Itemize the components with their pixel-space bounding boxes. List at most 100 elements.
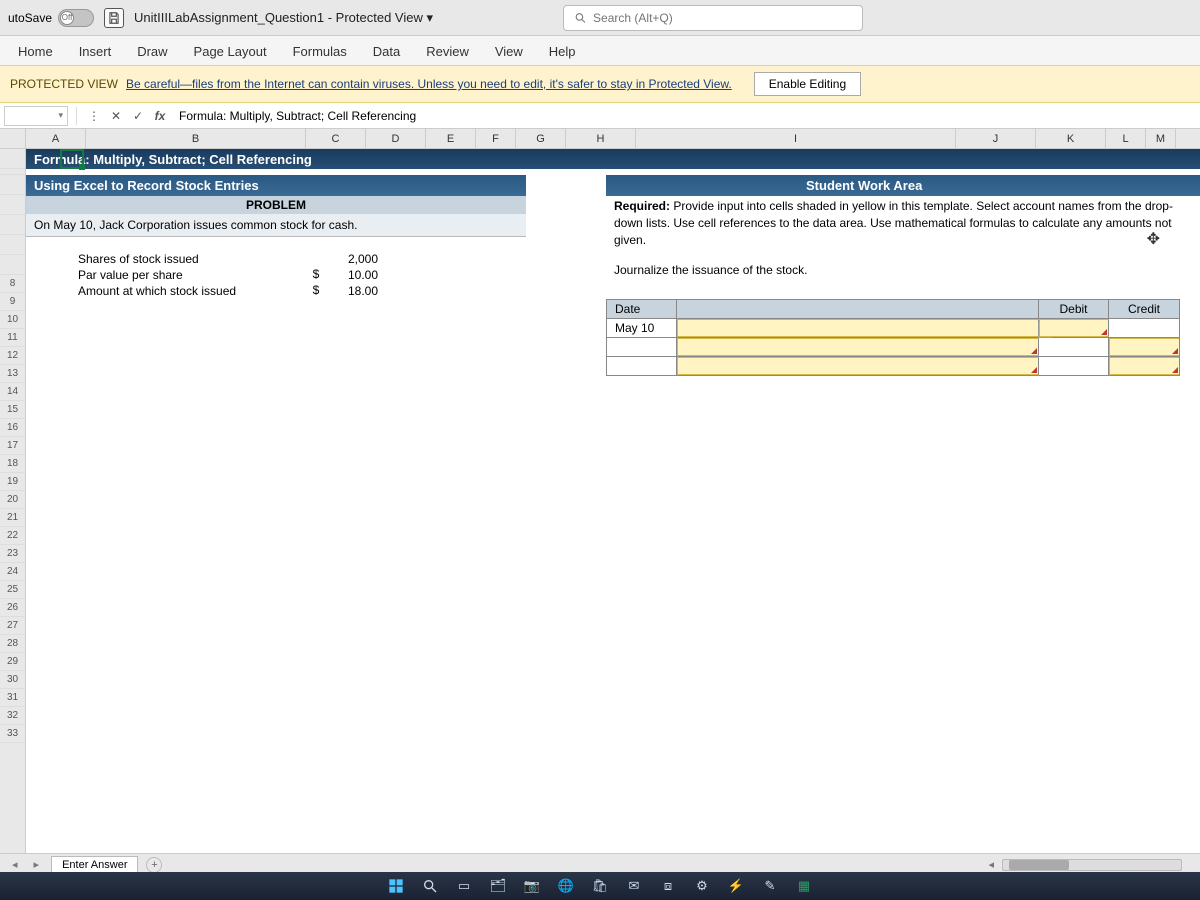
row-header-33[interactable]: 33 [0, 725, 25, 743]
select-all-corner[interactable] [0, 129, 26, 149]
power-icon[interactable]: ⚡ [726, 876, 746, 896]
row-header-11[interactable]: 11 [0, 329, 25, 347]
sheet-nav-prev[interactable]: ◂ [8, 858, 22, 871]
mail-icon[interactable]: ✉ [624, 876, 644, 896]
row-header-17[interactable]: 17 [0, 437, 25, 455]
hscroll-track[interactable] [1002, 859, 1182, 871]
sheet-body[interactable]: Formula: Multiply, Subtract; Cell Refere… [26, 149, 1200, 853]
dropbox-icon[interactable]: ⧈ [658, 876, 678, 896]
column-header-H[interactable]: H [566, 129, 636, 149]
row-header-21[interactable]: 21 [0, 509, 25, 527]
column-header-F[interactable]: F [476, 129, 516, 149]
row-header-15[interactable]: 15 [0, 401, 25, 419]
store-icon[interactable]: 🛍 [590, 876, 610, 896]
column-header-D[interactable]: D [366, 129, 426, 149]
row-header-13[interactable]: 13 [0, 365, 25, 383]
formula-input[interactable] [173, 109, 1196, 123]
column-header-M[interactable]: M [1146, 129, 1176, 149]
tab-data[interactable]: Data [369, 38, 404, 65]
tab-view[interactable]: View [491, 38, 527, 65]
save-button[interactable] [104, 8, 124, 28]
credit-cell-1[interactable] [1109, 319, 1179, 337]
row-header-25[interactable]: 25 [0, 581, 25, 599]
name-box[interactable]: ▾ [4, 106, 68, 126]
row-header-9[interactable]: 9 [0, 293, 25, 311]
hscroll-left[interactable]: ◂ [984, 858, 998, 871]
column-header-C[interactable]: C [306, 129, 366, 149]
search-input[interactable] [593, 11, 852, 25]
formula-menu-icon[interactable]: ⋮ [85, 107, 103, 125]
search-box[interactable] [563, 5, 863, 31]
row-header-30[interactable]: 30 [0, 671, 25, 689]
task-view-icon[interactable]: ▭ [454, 876, 474, 896]
tab-insert[interactable]: Insert [75, 38, 116, 65]
credit-input-2[interactable] [1109, 338, 1179, 356]
fx-button[interactable]: fx [151, 107, 169, 125]
account-dropdown-1[interactable] [677, 319, 1039, 337]
journal-date-3[interactable] [607, 357, 677, 375]
debit-input-1[interactable] [1039, 319, 1109, 337]
data-value-shares[interactable]: 2,000 [326, 251, 386, 267]
enable-editing-button[interactable]: Enable Editing [754, 72, 861, 96]
file-explorer-icon[interactable]: 🗂 [488, 876, 508, 896]
edge-icon[interactable]: 🌐 [556, 876, 576, 896]
row-header-10[interactable]: 10 [0, 311, 25, 329]
spreadsheet-grid[interactable]: 8910111213141516171819202122232425262728… [0, 149, 1200, 853]
row-header-31[interactable]: 31 [0, 689, 25, 707]
column-header-I[interactable]: I [636, 129, 956, 149]
row-header-blank[interactable] [0, 149, 25, 169]
row-header-16[interactable]: 16 [0, 419, 25, 437]
row-header-14[interactable]: 14 [0, 383, 25, 401]
row-header-blank[interactable] [0, 255, 25, 275]
cancel-formula-button[interactable]: ✕ [107, 107, 125, 125]
document-title[interactable]: UnitIIILabAssignment_Question1 - Protect… [134, 10, 433, 26]
column-header-J[interactable]: J [956, 129, 1036, 149]
row-header-23[interactable]: 23 [0, 545, 25, 563]
account-dropdown-2[interactable] [677, 338, 1039, 356]
row-header-blank[interactable] [0, 175, 25, 195]
row-header-8[interactable]: 8 [0, 275, 25, 293]
journal-date[interactable]: May 10 [607, 319, 677, 337]
protected-view-message[interactable]: Be careful—files from the Internet can c… [126, 77, 732, 91]
row-header-26[interactable]: 26 [0, 599, 25, 617]
column-header-A[interactable]: A [26, 129, 86, 149]
sheet-nav-next[interactable]: ▸ [30, 858, 44, 871]
column-header-B[interactable]: B [86, 129, 306, 149]
row-header-27[interactable]: 27 [0, 617, 25, 635]
sheet-tab-enter-answer[interactable]: Enter Answer [51, 856, 138, 874]
tab-review[interactable]: Review [422, 38, 473, 65]
chevron-down-icon[interactable]: ▾ [58, 110, 63, 121]
row-header-20[interactable]: 20 [0, 491, 25, 509]
column-header-E[interactable]: E [426, 129, 476, 149]
row-header-32[interactable]: 32 [0, 707, 25, 725]
row-header-28[interactable]: 28 [0, 635, 25, 653]
autosave-toggle[interactable]: Off [58, 9, 94, 27]
tab-formulas[interactable]: Formulas [289, 38, 351, 65]
row-header-22[interactable]: 22 [0, 527, 25, 545]
tab-draw[interactable]: Draw [133, 38, 171, 65]
tab-home[interactable]: Home [14, 38, 57, 65]
tab-page-layout[interactable]: Page Layout [190, 38, 271, 65]
credit-input-3[interactable] [1109, 357, 1179, 375]
snip-icon[interactable]: ✎ [760, 876, 780, 896]
tab-help[interactable]: Help [545, 38, 580, 65]
row-header-12[interactable]: 12 [0, 347, 25, 365]
settings-icon[interactable]: ⚙ [692, 876, 712, 896]
column-header-K[interactable]: K [1036, 129, 1106, 149]
journal-date-2[interactable] [607, 338, 677, 356]
debit-cell-2[interactable] [1039, 338, 1109, 356]
row-header-blank[interactable] [0, 195, 25, 215]
row-header-blank[interactable] [0, 215, 25, 235]
accept-formula-button[interactable]: ✓ [129, 107, 147, 125]
row-1-title[interactable]: Formula: Multiply, Subtract; Cell Refere… [26, 149, 1200, 169]
column-header-G[interactable]: G [516, 129, 566, 149]
taskbar-search-icon[interactable] [420, 876, 440, 896]
row-header-19[interactable]: 19 [0, 473, 25, 491]
row-header-18[interactable]: 18 [0, 455, 25, 473]
row-header-blank[interactable] [0, 235, 25, 255]
account-dropdown-3[interactable] [677, 357, 1039, 375]
column-header-L[interactable]: L [1106, 129, 1146, 149]
data-value-par[interactable]: 10.00 [326, 267, 386, 283]
camera-icon[interactable]: 📷 [522, 876, 542, 896]
row-header-24[interactable]: 24 [0, 563, 25, 581]
